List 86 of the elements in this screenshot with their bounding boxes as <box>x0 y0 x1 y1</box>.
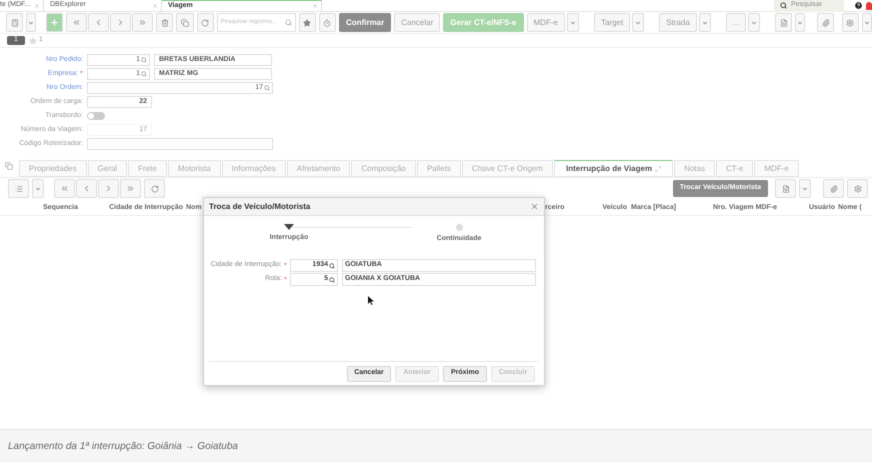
previous-icon <box>82 184 91 193</box>
document-icon <box>782 184 790 192</box>
next-button[interactable] <box>98 179 119 198</box>
search-icon <box>329 262 335 268</box>
last-icon <box>126 184 135 193</box>
first-button[interactable] <box>54 179 75 198</box>
timer-button[interactable] <box>318 13 336 32</box>
previous-button[interactable] <box>88 13 110 32</box>
first-button[interactable] <box>66 13 88 32</box>
first-icon <box>60 184 69 193</box>
star-icon <box>303 18 312 26</box>
dialog-title: Troca de Veículo/Motorista <box>209 200 310 212</box>
delete-button[interactable] <box>156 13 174 32</box>
search-icon <box>141 57 147 63</box>
text-field[interactable] <box>87 138 273 150</box>
caption: Lançamento da 1ª interrupção: Goiânia → Goiatuba <box>8 440 238 454</box>
dropdown-toggle[interactable] <box>632 13 644 32</box>
dropdown-toggle[interactable] <box>748 13 760 32</box>
refresh-button[interactable] <box>196 13 214 32</box>
stopwatch-icon <box>323 18 332 26</box>
close-icon[interactable] <box>530 202 539 211</box>
dropdown-toggle[interactable] <box>862 13 872 32</box>
search-icon <box>329 276 335 282</box>
dropdown-toggle[interactable] <box>26 13 36 32</box>
attach-button[interactable] <box>823 179 844 198</box>
search-icon <box>141 71 147 77</box>
copy-icon <box>181 18 189 26</box>
last-button[interactable] <box>132 13 154 32</box>
caret-icon <box>635 20 642 26</box>
refresh-icon <box>201 18 210 26</box>
document-button[interactable] <box>775 179 796 198</box>
search-icon <box>284 19 292 26</box>
settings-button[interactable] <box>847 179 868 198</box>
settings-icon <box>854 184 862 192</box>
next-button[interactable] <box>110 13 132 32</box>
settings-icon <box>846 18 854 26</box>
refresh-button[interactable] <box>144 179 165 198</box>
required-mark: * <box>80 70 83 78</box>
close-icon[interactable] <box>152 2 158 8</box>
action-button[interactable]: Confirmar <box>339 13 392 32</box>
previous-button[interactable] <box>76 179 97 198</box>
list-icon <box>14 184 22 192</box>
help-icon[interactable] <box>854 1 863 10</box>
caret-icon <box>751 20 758 26</box>
last-icon <box>138 18 148 27</box>
plus-icon <box>50 18 60 27</box>
document-icon <box>780 18 788 26</box>
calculator-icon <box>10 18 19 26</box>
search-icon <box>780 2 787 9</box>
copy-button[interactable] <box>176 13 194 32</box>
dropdown-toggle[interactable] <box>698 13 711 32</box>
caret-icon <box>35 186 41 192</box>
caret-icon <box>28 20 34 26</box>
required-mark: * <box>284 262 287 270</box>
dropdown-toggle[interactable] <box>32 179 44 198</box>
favorite-button[interactable] <box>298 13 316 32</box>
last-button[interactable] <box>120 179 141 198</box>
trash-icon <box>160 18 169 26</box>
dropdown-toggle[interactable] <box>799 179 811 198</box>
refresh-icon <box>150 184 158 192</box>
next-icon <box>104 184 113 193</box>
toggle-switch[interactable] <box>87 112 105 120</box>
detail-tab[interactable]: Interrupção de Viagem <box>554 160 674 177</box>
caret-icon <box>802 186 808 192</box>
list-button[interactable] <box>8 179 29 198</box>
caret-icon <box>864 20 870 26</box>
notification-icon[interactable] <box>866 2 872 10</box>
caret-icon <box>570 20 576 26</box>
first-icon <box>72 18 82 27</box>
required-mark: * <box>284 276 287 284</box>
calculator-button[interactable] <box>6 13 24 32</box>
pages-icon[interactable] <box>5 162 13 170</box>
document-button[interactable] <box>775 13 792 32</box>
attach-button[interactable] <box>817 13 834 32</box>
search-icon <box>264 85 270 91</box>
dropdown-toggle[interactable] <box>566 13 579 32</box>
close-icon[interactable] <box>34 2 40 8</box>
mouse-cursor-icon <box>368 296 374 305</box>
paperclip-icon <box>822 18 830 26</box>
dropdown-toggle[interactable] <box>794 13 805 32</box>
add-button[interactable] <box>46 13 64 32</box>
star-icon <box>28 36 37 44</box>
caret-icon <box>702 20 708 26</box>
close-icon[interactable] <box>312 3 318 9</box>
caret-icon <box>796 20 803 26</box>
paperclip-icon <box>830 184 838 192</box>
